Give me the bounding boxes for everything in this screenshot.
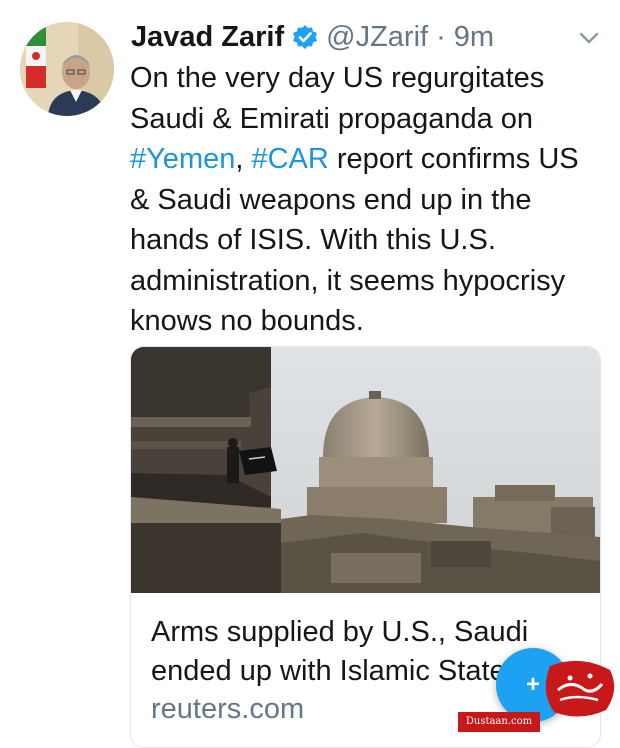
watermark-url: Dustaan.com [458,712,540,732]
tweet-time[interactable]: 9m [454,21,494,54]
verified-badge-icon [292,24,318,50]
chevron-down-icon[interactable] [576,26,602,50]
card-image [131,347,600,593]
tweet-header: Javad Zarif @JZarif · 9m [131,17,494,57]
author-avatar[interactable] [20,22,114,116]
tweet-text-part: On the very day US regurgitates Saudi & … [130,62,545,135]
header-separator: · [436,20,446,53]
author-name[interactable]: Javad Zarif [131,21,284,54]
watermark-logo [540,660,620,720]
hashtag-car-link[interactable]: #CAR [251,143,328,175]
tweet-text-comma: , [235,143,252,175]
hashtag-yemen-link[interactable]: #Yemen [130,143,235,175]
card-domain: reuters.com [151,693,305,725]
author-handle[interactable]: @JZarif [326,21,428,54]
tweet-text: On the very day US regurgitates Saudi & … [130,58,605,342]
